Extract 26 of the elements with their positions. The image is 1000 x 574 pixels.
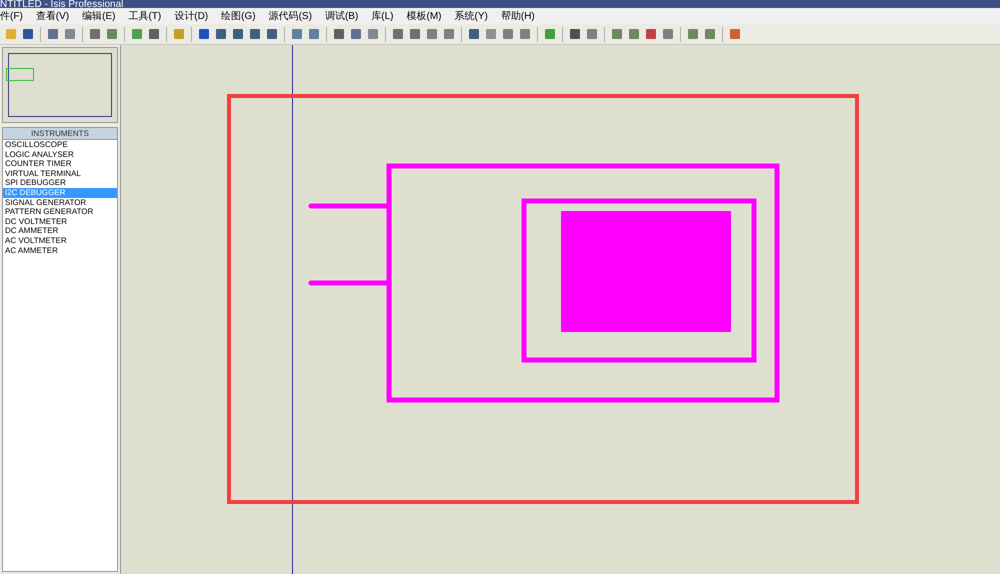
instrument-item[interactable]: DC AMMETER	[3, 226, 117, 236]
instrument-item[interactable]: AC VOLTMETER	[3, 236, 117, 246]
menu-item[interactable]: 编辑(E)	[82, 8, 116, 24]
instrument-item[interactable]: VIRTUAL TERMINAL	[3, 168, 117, 178]
instrument-item[interactable]: SPI DEBUGGER	[3, 178, 117, 188]
menu-item[interactable]: 件(F)	[0, 8, 23, 24]
instrument-item[interactable]: LOGIC ANALYSER	[3, 150, 117, 160]
menu-item[interactable]: 调试(B)	[324, 8, 358, 24]
view-area-marker	[6, 68, 34, 81]
panel-header: INSTRUMENTS	[3, 128, 117, 140]
menu-item[interactable]: 模板(M)	[406, 8, 442, 24]
menu-item[interactable]: 工具(T)	[128, 8, 162, 24]
menu-item[interactable]: 绘图(G)	[221, 8, 256, 24]
window-title: NTITLED - Isis Professional	[0, 0, 124, 8]
menu-item[interactable]: 源代码(S)	[268, 8, 312, 24]
instrument-item[interactable]: PATTERN GENERATOR	[3, 207, 117, 217]
menu-item[interactable]: 设计(D)	[174, 8, 208, 24]
instrument-item[interactable]: COUNTER TIMER	[3, 159, 117, 169]
instrument-item[interactable]: DC VOLTMETER	[3, 216, 117, 226]
instrument-item[interactable]: SIGNAL GENERATOR	[3, 198, 117, 208]
menu-item[interactable]: 系统(Y)	[454, 8, 488, 24]
menu-item[interactable]: 库(L)	[371, 8, 394, 24]
menu-item[interactable]: 帮助(H)	[500, 8, 535, 24]
menu-item[interactable]: 查看(V)	[36, 8, 70, 24]
instrument-item[interactable]: AC AMMETER	[3, 246, 117, 256]
instrument-item[interactable]: OSCILLOSCOPE	[3, 140, 117, 150]
